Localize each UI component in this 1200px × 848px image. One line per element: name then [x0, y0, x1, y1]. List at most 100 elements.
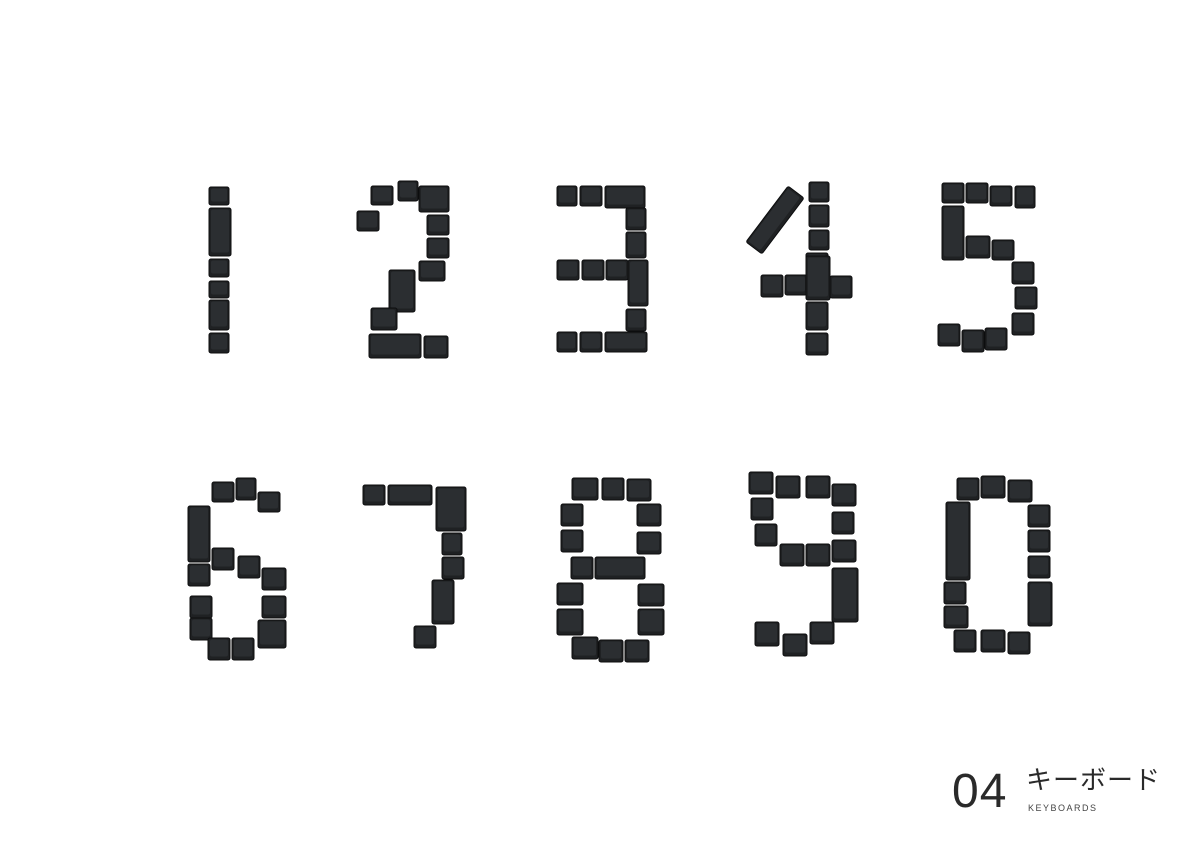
keycap — [625, 231, 647, 259]
keycap — [746, 186, 804, 254]
digit-9 — [748, 471, 859, 657]
keycap — [760, 274, 784, 298]
keycap — [809, 621, 835, 645]
keycap — [831, 511, 855, 535]
keycap — [556, 259, 580, 281]
caption-number: 04 — [952, 765, 1008, 818]
digit-0 — [943, 475, 1053, 655]
keycap — [636, 531, 662, 555]
keycap — [556, 185, 578, 207]
digit-3 — [556, 185, 649, 353]
keycap — [637, 583, 665, 607]
keycap — [808, 204, 830, 228]
keycap — [604, 331, 648, 353]
keycap — [581, 259, 605, 281]
keycap — [370, 307, 398, 331]
keycap — [598, 639, 624, 663]
keycap — [805, 475, 831, 499]
keycap — [750, 497, 774, 521]
keycap — [594, 556, 646, 580]
keycap — [571, 477, 599, 501]
keycap — [261, 595, 287, 619]
keycap — [991, 239, 1015, 261]
keycap — [187, 505, 211, 563]
keycap — [435, 486, 467, 532]
keycap — [627, 259, 649, 307]
keycap — [1027, 504, 1051, 528]
keycap — [1011, 312, 1035, 336]
keycap — [1027, 529, 1051, 553]
keycap — [579, 331, 603, 353]
keycap — [784, 274, 808, 296]
keycap — [441, 532, 463, 556]
keycap — [231, 637, 255, 661]
keycap — [941, 205, 965, 261]
keycap — [782, 633, 808, 657]
digit-6 — [187, 477, 287, 661]
keycap — [1014, 286, 1038, 310]
keycap — [984, 327, 1008, 351]
keycap — [257, 491, 281, 513]
keycap — [805, 301, 829, 331]
keycap — [418, 260, 446, 282]
keycap — [805, 332, 829, 356]
keycap — [426, 237, 450, 259]
keycap — [637, 608, 665, 636]
keycap — [805, 543, 831, 567]
keycap — [980, 629, 1006, 653]
digit-5 — [937, 182, 1038, 353]
keycap — [426, 214, 450, 236]
keycap — [261, 567, 287, 591]
keycap — [625, 308, 647, 332]
keycap — [1027, 581, 1053, 627]
keycap — [356, 210, 380, 232]
keycap — [945, 501, 971, 581]
keycap — [953, 629, 977, 653]
caption: 04 キーボード KEYBOARDS — [952, 764, 1192, 824]
keycap — [211, 547, 235, 571]
keycap — [961, 329, 985, 353]
keycap — [556, 331, 578, 353]
keycap — [208, 332, 230, 354]
keycap — [829, 275, 853, 299]
keycap — [423, 335, 449, 359]
keycap — [570, 556, 594, 580]
keycap — [418, 185, 450, 213]
keycap — [943, 605, 969, 629]
keycap — [808, 181, 830, 203]
keycap — [754, 621, 780, 647]
keycap — [388, 269, 416, 313]
keycap — [831, 539, 857, 563]
keycap — [748, 471, 774, 495]
keycap — [1007, 479, 1033, 503]
keycap — [370, 185, 394, 206]
keycap — [208, 299, 230, 331]
keycap — [831, 483, 857, 507]
keycap — [208, 186, 230, 206]
keycap — [579, 185, 603, 207]
keycap — [441, 556, 465, 580]
digit-2 — [356, 180, 450, 359]
keycap — [571, 636, 599, 660]
keycap — [937, 323, 961, 347]
keycap — [775, 475, 801, 499]
keycap — [560, 529, 584, 553]
keycap — [187, 563, 211, 587]
keycap — [626, 478, 652, 502]
keycap — [754, 523, 778, 547]
keycap — [989, 185, 1013, 207]
keycap — [601, 477, 625, 501]
keycap — [208, 258, 230, 278]
keycap — [636, 503, 662, 527]
keycap — [943, 581, 967, 605]
keycap — [779, 543, 805, 567]
keycap — [556, 608, 584, 636]
keycap — [941, 182, 965, 204]
keycap — [604, 185, 646, 209]
keycap — [556, 582, 584, 606]
keycap — [362, 484, 386, 506]
keycap — [397, 180, 419, 202]
keycap — [1014, 185, 1036, 209]
caption-title: キーボード — [1026, 766, 1162, 796]
keycap — [831, 567, 859, 623]
